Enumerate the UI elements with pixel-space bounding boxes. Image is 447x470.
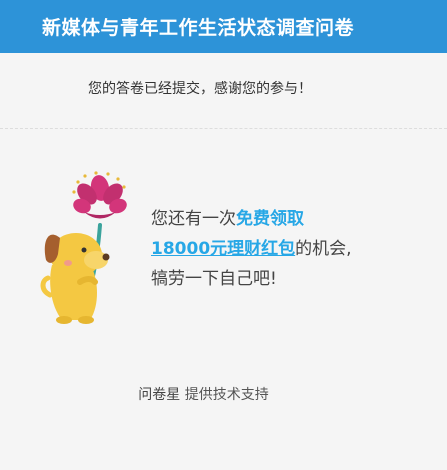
promo-middle: 的机会, [295, 239, 352, 259]
footer: 问卷星 提供技术支持 [0, 384, 407, 404]
submission-confirmation: 您的答卷已经提交，感谢您的参与！ [88, 81, 312, 97]
promo-message: 您还有一次免费领取 18000元理财红包的机会, 犒劳一下自己吧! [151, 204, 352, 294]
promo-line-3: 犒劳一下自己吧! [151, 269, 277, 289]
survey-complete-page: 新媒体与青年工作生活状态调查问卷 您的答卷已经提交，感谢您的参与！ 您还有一次免… [0, 0, 447, 470]
promo-prefix: 您还有一次 [151, 209, 236, 229]
dog-with-flower-icon [40, 171, 127, 324]
page-title: 新媒体与青年工作生活状态调查问卷 [42, 17, 355, 39]
promo-line-2: 18000元理财红包的机会, [151, 234, 352, 264]
promo-red-envelope-link[interactable]: 18000元理财红包 [151, 239, 295, 259]
header-bar: 新媒体与青年工作生活状态调查问卷 [0, 0, 447, 53]
footer-brand-link[interactable]: 问卷星 [138, 387, 180, 403]
divider [0, 128, 447, 129]
promo-free-claim[interactable]: 免费领取 [236, 209, 304, 229]
footer-text: 提供技术支持 [184, 387, 269, 403]
promo-line-1: 您还有一次免费领取 [151, 204, 352, 234]
